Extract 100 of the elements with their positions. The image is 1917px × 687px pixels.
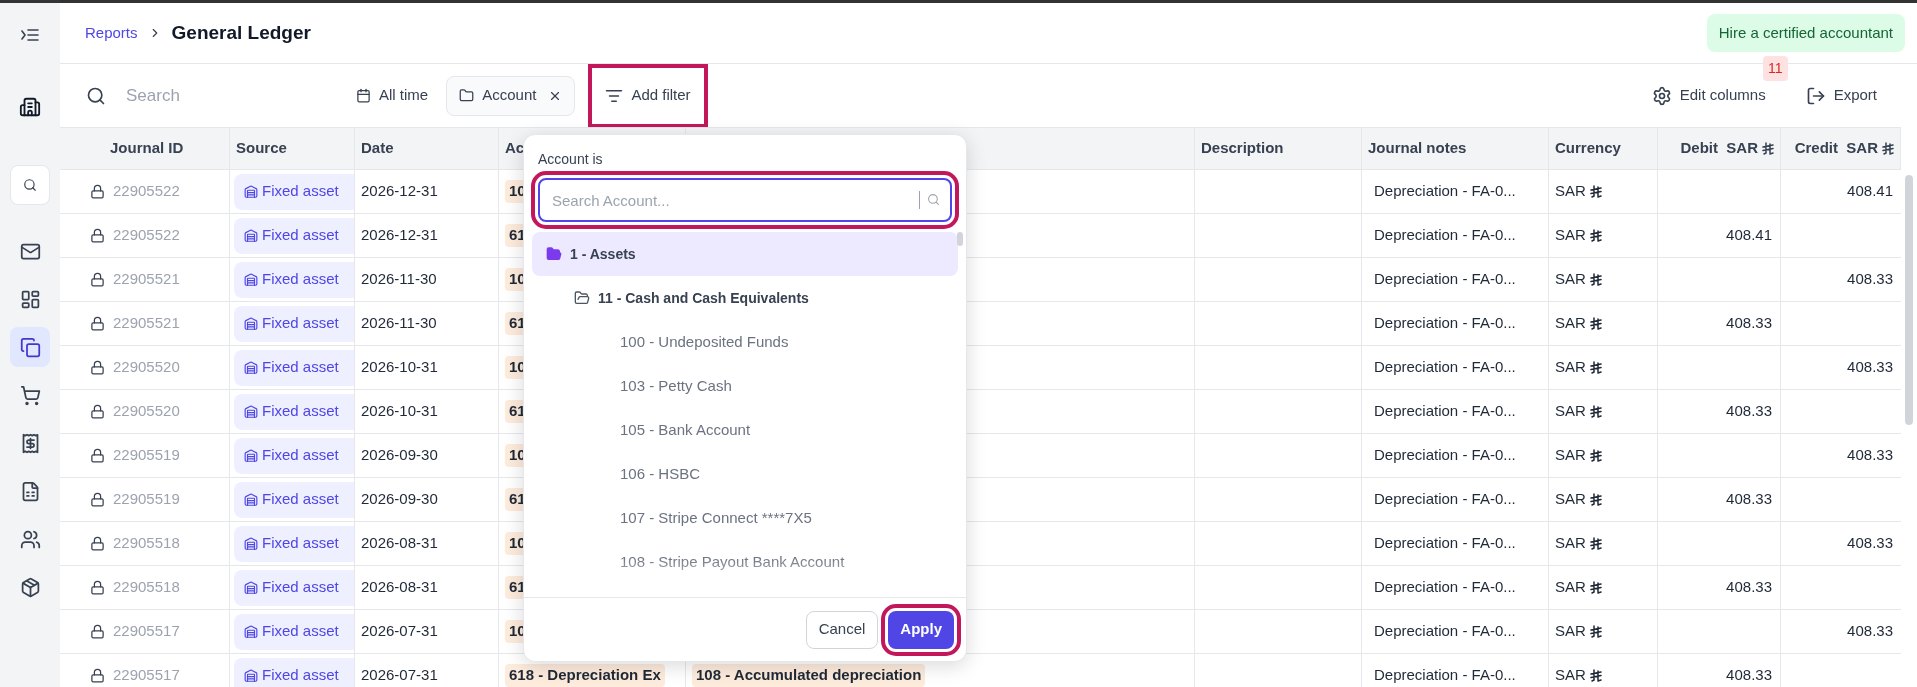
folder-icon [574,290,590,306]
building-icon[interactable] [19,96,41,118]
account-tag: 108 - Accumulated depreciation [692,664,926,687]
riyal-sign-icon [1589,581,1602,594]
source-tag: Fixed asset [234,525,354,562]
building-icon [244,580,258,595]
table-cell-text: 2026-08-31 [361,533,438,554]
building-icon [244,360,258,375]
calendar-icon [356,88,371,103]
riyal-sign-icon [1589,449,1602,462]
building-icon [244,668,258,683]
dashboard-icon[interactable] [19,288,41,310]
search-icon [927,193,940,206]
riyal-sign-icon [1589,625,1602,638]
lock-icon [90,580,105,595]
table-cell-text: Depreciation - FA-0... [1374,621,1516,642]
lock-icon [90,404,105,419]
building-icon [244,228,258,243]
riyal-sign-icon [1589,493,1602,506]
search-icon [23,178,37,192]
table-cell-text: 2026-10-31 [361,357,438,378]
cart-icon[interactable] [19,384,41,406]
source-tag: Fixed asset [234,261,354,298]
table-cell-text: Depreciation - FA-0... [1374,357,1516,378]
account-option[interactable]: 107 - Stripe Connect ****7X5 [532,496,958,540]
table-cell-text: 408.33 [1726,665,1772,686]
table-cell-text: SAR [1555,401,1586,422]
add-filter-button[interactable]: Add filter [595,70,701,121]
lock-icon [90,272,105,287]
cancel-button[interactable]: Cancel [805,610,879,649]
building-icon [244,404,258,419]
account-option[interactable]: 1 - Assets [532,232,958,276]
source-tag: Fixed asset [234,393,354,430]
building-icon [244,624,258,639]
account-option[interactable]: 103 - Petty Cash [532,364,958,408]
lock-icon [90,228,105,243]
table-cell-text: 2026-12-31 [361,225,438,246]
table-cell-text: SAR [1555,533,1586,554]
lock-icon [90,536,105,551]
column-header[interactable]: Ac [505,137,525,160]
column-header[interactable]: Journal ID [110,137,184,160]
export-button[interactable]: Export [1805,84,1877,107]
riyal-sign-icon [1589,405,1602,418]
table-cell-text: 408.41 [1726,225,1772,246]
table-cell-text: SAR [1555,181,1586,202]
table-cell-text: SAR [1555,357,1586,378]
table-cell-text: 2026-11-30 [361,269,437,290]
table-cell-text: Depreciation - FA-0... [1374,489,1516,510]
table-cell-text: SAR [1555,577,1586,598]
documents-icon [19,336,41,358]
riyal-sign-icon [1589,229,1602,242]
column-header[interactable]: Currency [1555,137,1621,160]
column-header[interactable]: Credit SAR [1794,137,1878,160]
scrollbar-thumb[interactable] [1905,175,1913,425]
lock-icon [90,316,105,331]
breadcrumb-link[interactable]: Reports [85,21,138,45]
column-header[interactable]: Date [361,137,394,160]
account-option[interactable]: 105 - Bank Account [532,408,958,452]
scrollbar-thumb[interactable] [957,232,963,246]
source-tag: Fixed asset [234,349,354,386]
sidebar-nav-button[interactable] [10,327,50,367]
hire-accountant-button[interactable]: Hire a certified accountant [1706,14,1905,52]
account-option[interactable]: 108 - Stripe Payout Bank Account [532,540,958,584]
column-header[interactable]: Description [1201,137,1284,160]
table-cell-text: Depreciation - FA-0... [1374,401,1516,422]
search-button[interactable] [10,165,50,205]
collapse-menu-icon[interactable] [21,28,39,42]
table-cell-text: 408.33 [1847,445,1893,466]
source-tag: Fixed asset [234,569,354,606]
table-cell-text: Depreciation - FA-0... [1374,577,1516,598]
lock-icon [90,668,105,683]
building-icon [244,316,258,331]
riyal-sign-icon [1589,273,1602,286]
folder-icon [546,246,562,262]
table-cell-text: 2026-10-31 [361,401,438,422]
search-field[interactable]: Search [126,82,326,109]
package-icon[interactable] [19,576,41,598]
table-cell-text: SAR [1555,665,1586,686]
building-icon [244,272,258,287]
riyal-sign-icon [1589,317,1602,330]
column-header[interactable]: Source [236,137,287,160]
export-icon [1805,85,1826,106]
filter-chip[interactable]: Account [446,75,576,116]
date-filter-button[interactable]: All time [348,75,437,116]
table-cell-text: 408.33 [1847,533,1893,554]
table-cell-text: 2026-11-30 [361,313,437,334]
table-cell-text: 2026-09-30 [361,445,438,466]
account-option[interactable]: 11 - Cash and Cash Equivalents [532,276,958,320]
column-header[interactable]: Debit SAR [1680,137,1758,160]
account-option[interactable]: 106 - HSBC [532,452,958,496]
table-cell-text: 2026-09-30 [361,489,438,510]
source-tag: Fixed asset [234,305,354,342]
table-cell-text: SAR [1555,621,1586,642]
account-option[interactable]: 100 - Undeposited Funds [532,320,958,364]
table-cell-text: 2026-07-31 [361,665,438,686]
building-icon [244,448,258,463]
users-icon[interactable] [19,528,41,550]
column-header[interactable]: Journal notes [1368,137,1467,160]
account-tag: 618 - Depreciation Ex [505,664,665,687]
building-icon [244,536,258,551]
